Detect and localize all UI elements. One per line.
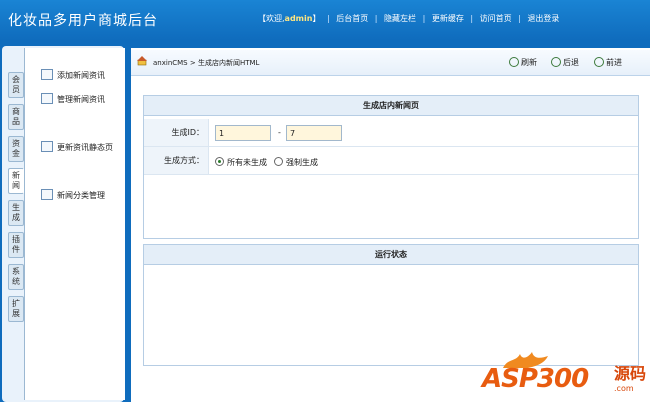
radio-label: 所有未生成 (227, 158, 267, 167)
nav-link-refresh-cache[interactable]: 更新缓存 (432, 13, 464, 24)
list-icon (41, 189, 53, 200)
tab-products[interactable]: 商品 (8, 104, 24, 130)
radio-all-ungenerated[interactable]: 所有未生成 (215, 157, 267, 168)
welcome-suffix: 】 (312, 14, 321, 23)
mode-row: 生成方式： 所有未生成 强制生成 (144, 147, 638, 175)
watermark-url: .com (614, 384, 634, 393)
forward-label: 前进 (606, 58, 622, 67)
id-label: 生成ID： (144, 119, 209, 146)
menu-item-update-static[interactable]: 更新资讯静态页 (41, 141, 113, 153)
menu-item-label: 新闻分类管理 (57, 191, 105, 200)
top-nav: 【欢迎,admin】 | 后台首页 | 隐藏左栏 | 更新缓存 | 访问首页 |… (258, 13, 559, 24)
frame-divider (127, 44, 131, 402)
tab-system[interactable]: 系统 (8, 264, 24, 290)
nav-separator: | (422, 14, 426, 23)
home-icon (137, 56, 147, 66)
menu-item-label: 添加新闻资讯 (57, 71, 105, 80)
status-title: 运行状态 (144, 245, 638, 265)
welcome-prefix: 【欢迎, (258, 14, 285, 23)
menu-item-add-news[interactable]: 添加新闻资讯 (41, 69, 105, 81)
breadcrumb-current: 生成店内新闻HTML (197, 59, 260, 67)
watermark-logo: ASP300 源码 .com (478, 350, 650, 402)
tab-news[interactable]: 新闻 (8, 168, 24, 194)
panel-title: 生成店内新闻页 (144, 96, 638, 116)
tab-generate[interactable]: 生成 (8, 200, 24, 226)
document-icon (41, 141, 53, 152)
watermark-cn: 源码 (614, 364, 647, 383)
radio-label: 强制生成 (286, 158, 318, 167)
radio-unselected-icon (274, 157, 283, 166)
refresh-icon (509, 56, 519, 67)
status-panel: 运行状态 (143, 244, 639, 366)
range-dash: - (278, 128, 281, 137)
app-header: 化妆品多用户商城后台 【欢迎,admin】 | 后台首页 | 隐藏左栏 | 更新… (0, 0, 650, 40)
radio-selected-icon (215, 157, 224, 166)
nav-link-hide-sidebar[interactable]: 隐藏左栏 (384, 13, 416, 24)
back-button[interactable]: 后退 (551, 56, 579, 68)
generate-panel: 生成店内新闻页 生成ID： 1 - 7 生成方式： 所有未生成 强制生成 (143, 95, 639, 239)
tab-funds[interactable]: 资金 (8, 136, 24, 162)
document-icon (41, 93, 53, 104)
app-title: 化妆品多用户商城后台 (8, 13, 158, 29)
nav-separator: | (518, 14, 521, 23)
nav-link-logout[interactable]: 退出登录 (527, 13, 559, 24)
mode-label: 生成方式： (144, 147, 209, 174)
nav-separator: | (374, 14, 378, 23)
menu-item-label: 管理新闻资讯 (57, 95, 105, 104)
username: admin (284, 14, 313, 23)
radio-force-generate[interactable]: 强制生成 (274, 157, 318, 168)
watermark-brand: ASP300 (482, 364, 589, 394)
id-range-row: 生成ID： 1 - 7 (144, 119, 638, 147)
menu-item-manage-news[interactable]: 管理新闻资讯 (41, 93, 105, 105)
refresh-button[interactable]: 刷新 (509, 56, 537, 68)
forward-icon (594, 56, 604, 67)
back-label: 后退 (563, 58, 579, 67)
breadcrumb-bar: anxinCMS > 生成店内新闻HTML 刷新 后退 前进 (131, 50, 650, 76)
breadcrumb-root[interactable]: anxinCMS (153, 59, 188, 67)
folder-icon (41, 69, 53, 80)
breadcrumb-separator: > (189, 59, 196, 67)
refresh-label: 刷新 (521, 58, 537, 67)
id-from-input[interactable]: 1 (215, 125, 271, 141)
tab-extensions[interactable]: 扩展 (8, 296, 24, 322)
menu-item-news-categories[interactable]: 新闻分类管理 (41, 189, 105, 201)
id-to-input[interactable]: 7 (286, 125, 342, 141)
nav-separator: | (470, 14, 474, 23)
forward-button[interactable]: 前进 (594, 56, 622, 68)
nav-link-visit-home[interactable]: 访问首页 (480, 13, 512, 24)
tab-members[interactable]: 会员 (8, 72, 24, 98)
menu-item-label: 更新资讯静态页 (57, 143, 113, 152)
nav-link-admin-home[interactable]: 后台首页 (336, 13, 368, 24)
nav-separator: | (327, 14, 330, 23)
tab-plugins[interactable]: 插件 (8, 232, 24, 258)
back-icon (551, 56, 561, 67)
breadcrumb: anxinCMS > 生成店内新闻HTML (153, 58, 259, 68)
